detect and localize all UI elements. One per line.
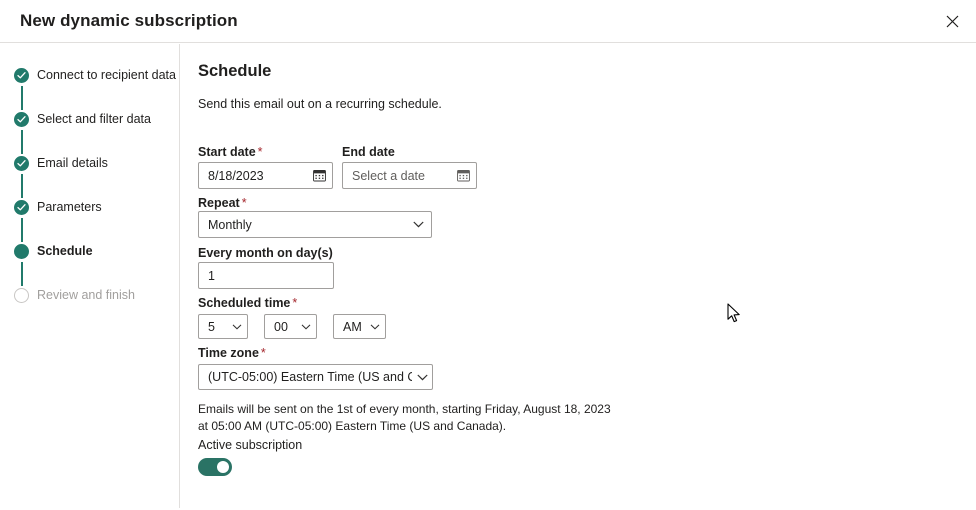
month-days-input[interactable]: 1 (198, 262, 334, 289)
active-subscription-label: Active subscription (198, 438, 302, 452)
month-days-value: 1 (199, 269, 333, 283)
required-marker: * (242, 196, 247, 210)
active-subscription-toggle[interactable] (198, 458, 232, 476)
time-zone-label: Time zone* (198, 346, 266, 360)
sidebar-item-label: Review and finish (37, 288, 135, 303)
end-date-input[interactable]: Select a date (342, 162, 477, 189)
chevron-down-icon (405, 221, 431, 228)
close-button[interactable] (936, 5, 968, 37)
toggle-knob (217, 461, 229, 473)
page-title: New dynamic subscription (20, 11, 238, 31)
scheduled-meridiem-select[interactable]: AM (333, 314, 386, 339)
calendar-icon[interactable] (450, 169, 476, 182)
step-connector (21, 174, 23, 198)
start-date-input[interactable]: 8/18/2023 (198, 162, 333, 189)
scheduled-hour-value: 5 (199, 320, 227, 334)
scheduled-time-label: Scheduled time* (198, 296, 297, 310)
step-connector (21, 262, 23, 286)
sidebar-item-label: Schedule (37, 244, 93, 259)
end-date-placeholder: Select a date (343, 169, 450, 183)
end-date-label: End date (342, 145, 397, 159)
calendar-icon[interactable] (306, 169, 332, 182)
scheduled-minute-select[interactable]: 00 (264, 314, 317, 339)
step-connector (21, 86, 23, 110)
schedule-summary: Emails will be sent on the 1st of every … (198, 401, 623, 434)
chevron-down-icon (227, 324, 247, 330)
chevron-down-icon (365, 324, 385, 330)
schedule-panel: Schedule Send this email out on a recurr… (181, 44, 976, 510)
time-zone-value: (UTC-05:00) Eastern Time (US and Canada) (199, 370, 412, 384)
step-complete-icon (14, 112, 29, 127)
close-icon (946, 15, 959, 28)
chevron-down-icon (296, 324, 316, 330)
repeat-value: Monthly (199, 218, 405, 232)
wizard-rail: Connect to recipient data Select and fil… (0, 44, 180, 508)
sidebar-item-label: Parameters (37, 200, 102, 215)
scheduled-meridiem-value: AM (334, 320, 365, 334)
required-marker: * (261, 346, 266, 360)
required-marker: * (258, 145, 263, 159)
required-marker: * (292, 296, 297, 310)
step-complete-icon (14, 200, 29, 215)
sidebar-item-label: Select and filter data (37, 112, 151, 127)
scheduled-minute-value: 00 (265, 320, 296, 334)
start-date-value: 8/18/2023 (199, 169, 306, 183)
repeat-label: Repeat* (198, 196, 247, 210)
dialog-header: New dynamic subscription (0, 0, 976, 43)
step-connector (21, 218, 23, 242)
start-date-label: Start date* (198, 145, 263, 159)
chevron-down-icon (412, 374, 432, 381)
month-days-label: Every month on day(s) (198, 246, 335, 260)
section-title: Schedule (198, 62, 271, 81)
scheduled-hour-select[interactable]: 5 (198, 314, 248, 339)
step-pending-icon (14, 288, 29, 303)
sidebar-item-label: Email details (37, 156, 108, 171)
step-current-icon (14, 244, 29, 259)
sidebar-item-label: Connect to recipient data (37, 68, 176, 83)
repeat-select[interactable]: Monthly (198, 211, 432, 238)
step-complete-icon (14, 68, 29, 83)
time-zone-select[interactable]: (UTC-05:00) Eastern Time (US and Canada) (198, 364, 433, 390)
section-subtitle: Send this email out on a recurring sched… (198, 97, 442, 111)
step-connector (21, 130, 23, 154)
step-complete-icon (14, 156, 29, 171)
